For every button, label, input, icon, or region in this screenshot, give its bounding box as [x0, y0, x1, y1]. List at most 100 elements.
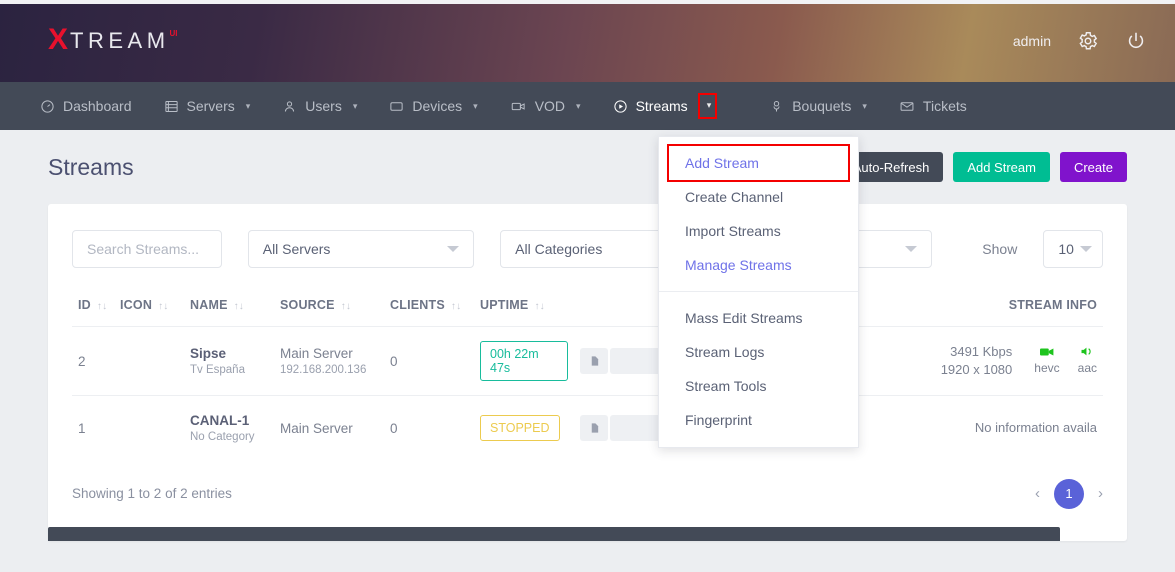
source-server: Main Server: [280, 420, 353, 436]
cell-name: Sipse Tv España: [184, 326, 274, 396]
next-page-button[interactable]: ›: [1098, 485, 1103, 502]
bitrate: 3491 Kbps: [950, 344, 1013, 359]
cell-stream-info: 3491 Kbps 1920 x 1080 hevc aac: [874, 326, 1103, 396]
column-header-uptime[interactable]: UPTIME ↑↓: [474, 290, 574, 327]
table-header-row: ID ↑↓ ICON ↑↓ NAME ↑↓ SOURCE ↑↓ CLIENTS ↑↓ UP…: [72, 290, 1103, 327]
page-content: Streams Auto-Refresh Add Stream Create S…: [0, 130, 1175, 541]
menu-item-manage-streams[interactable]: Manage Streams: [659, 248, 858, 282]
cell-icon: [114, 326, 184, 396]
top-brand-bar: X TREAM UI admin: [0, 0, 1175, 82]
sort-icon: ↑↓: [450, 301, 462, 312]
power-icon[interactable]: [1125, 30, 1147, 52]
cell-uptime: 00h 22m 47s: [474, 326, 574, 396]
filter-row: Search Streams... All Servers All Catego…: [72, 226, 1103, 290]
envelope-icon: [899, 99, 915, 114]
column-label: ICON: [120, 298, 153, 312]
speaker-icon: [1080, 346, 1094, 360]
chevron-down-icon[interactable]: ▾: [862, 101, 867, 112]
nav-item-devices[interactable]: Devices ▾: [389, 98, 478, 114]
menu-item-stream-logs[interactable]: Stream Logs: [659, 335, 858, 369]
cell-id: 2: [72, 326, 114, 396]
page-size-value: 10: [1058, 241, 1074, 257]
nav-label: Streams: [635, 98, 688, 114]
column-header-stream-info: STREAM INFO: [874, 290, 1103, 327]
chevron-down-icon[interactable]: ▾: [473, 101, 478, 112]
gear-icon[interactable]: [1077, 30, 1099, 52]
servers-select[interactable]: All Servers: [247, 230, 475, 268]
dashboard-icon: [40, 99, 55, 114]
nav-item-vod[interactable]: VOD ▾: [510, 98, 581, 114]
chevron-down-icon[interactable]: ▾: [353, 101, 358, 112]
add-stream-button[interactable]: Add Stream: [953, 152, 1050, 182]
column-header-id[interactable]: ID ↑↓: [72, 290, 114, 327]
chevron-down-icon: [447, 246, 460, 252]
cell-name: CANAL-1 No Category: [184, 395, 274, 461]
nav-label: Tickets: [922, 98, 967, 114]
table-row[interactable]: 2 Sipse Tv España Main Server 192.168.20…: [72, 326, 1103, 396]
chevron-down-icon[interactable]: ▾: [246, 101, 251, 112]
streams-card: Search Streams... All Servers All Catego…: [48, 204, 1127, 541]
page-number-1[interactable]: 1: [1054, 478, 1084, 509]
nav-item-tickets[interactable]: Tickets: [899, 98, 967, 114]
stream-bitrate-resolution: 3491 Kbps 1920 x 1080: [941, 343, 1013, 379]
prev-page-button[interactable]: ‹: [1035, 485, 1040, 502]
audio-codec: aac: [1078, 346, 1097, 376]
menu-item-stream-tools[interactable]: Stream Tools: [659, 369, 858, 403]
nav-label: Users: [305, 98, 342, 114]
cell-clients: 0: [384, 395, 474, 461]
nav-label: Devices: [412, 98, 463, 114]
column-label: CLIENTS: [390, 298, 445, 312]
stream-category: No Category: [190, 431, 255, 444]
file-action-button[interactable]: [580, 415, 608, 442]
nav-item-servers[interactable]: Servers ▾: [164, 98, 251, 114]
nav-item-users[interactable]: Users ▾: [282, 98, 357, 114]
logo-text: TREAM: [70, 28, 170, 53]
sort-icon: ↑↓: [340, 301, 352, 312]
server-icon: [164, 99, 179, 114]
search-input[interactable]: Search Streams...: [72, 230, 222, 268]
show-label: Show: [982, 241, 1018, 257]
sort-icon: ↑↓: [534, 301, 545, 312]
xtream-logo[interactable]: X TREAM UI: [48, 23, 178, 56]
page-header: Streams Auto-Refresh Add Stream Create: [48, 130, 1127, 204]
logo-superscript: UI: [169, 29, 178, 38]
sort-icon: ↑↓: [233, 301, 245, 312]
menu-item-add-stream[interactable]: Add Stream: [667, 144, 850, 182]
cell-icon: [114, 395, 184, 461]
source-ip: 192.168.200.136: [280, 364, 367, 376]
play-circle-icon: [613, 99, 628, 114]
menu-item-mass-edit-streams[interactable]: Mass Edit Streams: [659, 301, 858, 335]
stream-category: Tv España: [190, 364, 245, 376]
menu-item-create-channel[interactable]: Create Channel: [659, 180, 858, 214]
streams-dropdown-menu: Add Stream Create Channel Import Streams…: [658, 136, 859, 448]
nav-item-streams[interactable]: Streams ▾: [613, 93, 718, 119]
file-action-button[interactable]: [580, 348, 608, 374]
streams-dropdown-toggle[interactable]: ▾: [697, 93, 718, 119]
cell-stream-info: No information availa: [874, 395, 1103, 461]
chevron-down-icon[interactable]: ▾: [576, 101, 581, 112]
menu-item-import-streams[interactable]: Import Streams: [659, 214, 858, 248]
create-button[interactable]: Create: [1059, 152, 1127, 182]
column-header-source[interactable]: SOURCE ↑↓: [274, 290, 384, 327]
column-label: ID: [78, 298, 91, 312]
video-icon: [1039, 346, 1054, 360]
table-footer: Showing 1 to 2 of 2 entries ‹ 1 ›: [72, 461, 1103, 531]
column-header-icon[interactable]: ICON ↑↓: [114, 290, 184, 327]
table-row[interactable]: 1 CANAL-1 No Category Main Server 0 STOP…: [72, 395, 1103, 461]
menu-item-fingerprint[interactable]: Fingerprint: [659, 403, 858, 437]
top-right-controls: admin: [1013, 30, 1147, 52]
stream-name: CANAL-1: [190, 413, 250, 429]
nav-item-dashboard[interactable]: Dashboard: [40, 98, 132, 114]
page-size-select[interactable]: 10: [1043, 230, 1103, 268]
chevron-down-icon: [905, 246, 918, 252]
source-server: Main Server: [280, 346, 353, 361]
column-header-name[interactable]: NAME ↑↓: [184, 290, 274, 327]
column-header-clients[interactable]: CLIENTS ↑↓: [384, 290, 474, 327]
cell-source: Main Server: [274, 395, 384, 461]
audio-codec-label: aac: [1077, 361, 1097, 375]
nav-item-bouquets[interactable]: Bouquets ▾: [769, 98, 867, 114]
servers-select-value: All Servers: [262, 241, 331, 257]
logo-x: X: [48, 23, 69, 56]
pagination: ‹ 1 ›: [1035, 478, 1103, 509]
resolution: 1920 x 1080: [940, 362, 1013, 377]
